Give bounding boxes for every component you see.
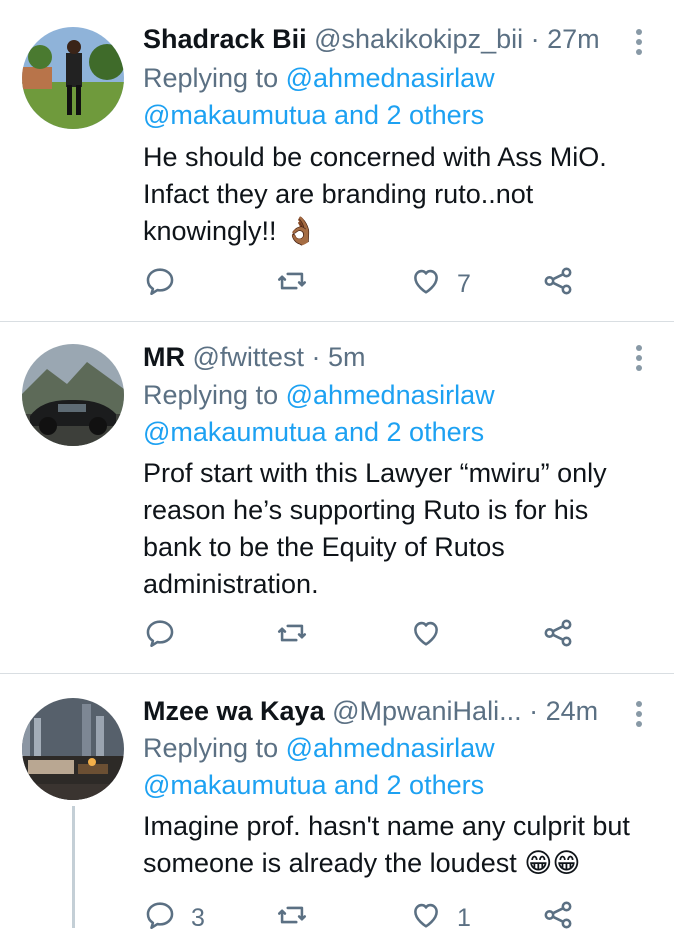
replying-to-label: Replying to (143, 733, 279, 763)
tweet-text: Prof start with this Lawyer “mwiru” only… (143, 455, 653, 603)
retweet-icon (275, 898, 309, 939)
reply-user-link[interactable]: @ahmednasirlaw (286, 733, 495, 763)
reply-others-link[interactable]: @makaumutua and 2 others (143, 417, 484, 447)
heart-icon (409, 264, 443, 305)
replying-to-label: Replying to (143, 380, 279, 410)
tweet[interactable]: MR @fwittest · 5m Replying to @ahmednasi… (0, 322, 674, 674)
heart-icon (409, 616, 443, 657)
tweet-header: Shadrack Bii @shakikokipz_bii · 27m (143, 22, 626, 56)
reply-button[interactable] (143, 616, 191, 656)
tweet[interactable]: Mzee wa Kaya @MpwaniHali... · 24m Replyi… (0, 674, 674, 932)
share-button[interactable] (541, 616, 575, 656)
retweet-button[interactable] (275, 616, 323, 656)
like-button[interactable]: 1 (409, 898, 471, 938)
tweet-text-line: knowingly!! 👌🏾 (143, 216, 318, 246)
thread-line (72, 806, 75, 928)
replying-to: Replying to @ahmednasirlaw @makaumutua a… (143, 60, 495, 134)
display-name[interactable]: Mzee wa Kaya (143, 696, 325, 726)
tweet-text-line: reason he’s supporting Ruto is for his (143, 495, 589, 525)
reply-icon (143, 898, 177, 939)
replying-to-label: Replying to (143, 63, 279, 93)
timestamp[interactable]: · 5m (311, 342, 365, 372)
tweet-text-line: bank to be the Equity of Rutos (143, 532, 505, 562)
display-name[interactable]: Shadrack Bii (143, 24, 307, 54)
retweet-button[interactable] (275, 898, 323, 938)
user-handle[interactable]: @shakikokipz_bii (314, 24, 523, 54)
share-icon (541, 616, 575, 657)
share-button[interactable] (541, 898, 575, 938)
tweet-text-line: Infact they are branding ruto..not (143, 179, 534, 209)
avatar[interactable] (22, 344, 124, 446)
share-button[interactable] (541, 264, 575, 304)
reply-user-link[interactable]: @ahmednasirlaw (286, 380, 495, 410)
timestamp[interactable]: · 24m (529, 696, 598, 726)
retweet-button[interactable] (275, 264, 323, 304)
retweet-icon (275, 616, 309, 657)
avatar[interactable] (22, 698, 124, 800)
timestamp[interactable]: · 27m (531, 24, 600, 54)
tweet-text: Imagine prof. hasn't name any culprit bu… (143, 808, 653, 882)
like-button[interactable]: 7 (409, 264, 471, 304)
reply-others-link[interactable]: @makaumutua and 2 others (143, 770, 484, 800)
reply-icon (143, 616, 177, 657)
reply-user-link[interactable]: @ahmednasirlaw (286, 63, 495, 93)
reply-button[interactable] (143, 264, 191, 304)
reply-button[interactable]: 3 (143, 898, 205, 938)
tweet-text-line: Imagine prof. hasn't name any culprit bu… (143, 811, 630, 841)
replying-to: Replying to @ahmednasirlaw @makaumutua a… (143, 730, 495, 804)
reply-others-link[interactable]: @makaumutua and 2 others (143, 100, 484, 130)
tweet-header: MR @fwittest · 5m (143, 340, 626, 374)
tweet-text-line: administration. (143, 569, 319, 599)
tweet-text-line: someone is already the loudest 😁😁 (143, 848, 581, 878)
reply-icon (143, 264, 177, 305)
tweet[interactable]: Shadrack Bii @shakikokipz_bii · 27m Repl… (0, 0, 674, 322)
share-icon (541, 264, 575, 305)
user-handle[interactable]: @fwittest (193, 342, 304, 372)
replying-to: Replying to @ahmednasirlaw @makaumutua a… (143, 377, 495, 451)
like-count: 1 (457, 903, 471, 932)
more-vertical-icon[interactable] (636, 26, 644, 59)
tweet-text-line: Prof start with this Lawyer “mwiru” only (143, 458, 607, 488)
more-vertical-icon[interactable] (636, 342, 644, 375)
share-icon (541, 898, 575, 939)
reply-count: 3 (191, 903, 205, 932)
like-count: 7 (457, 269, 471, 298)
like-button[interactable] (409, 616, 457, 656)
heart-icon (409, 898, 443, 939)
avatar[interactable] (22, 27, 124, 129)
more-vertical-icon[interactable] (636, 698, 644, 731)
retweet-icon (275, 264, 309, 305)
tweet-text-line: He should be concerned with Ass MiO. (143, 142, 607, 172)
tweet-header: Mzee wa Kaya @MpwaniHali... · 24m (143, 694, 626, 728)
user-handle[interactable]: @MpwaniHali... (332, 696, 521, 726)
display-name[interactable]: MR (143, 342, 185, 372)
tweet-text: He should be concerned with Ass MiO. Inf… (143, 139, 653, 250)
